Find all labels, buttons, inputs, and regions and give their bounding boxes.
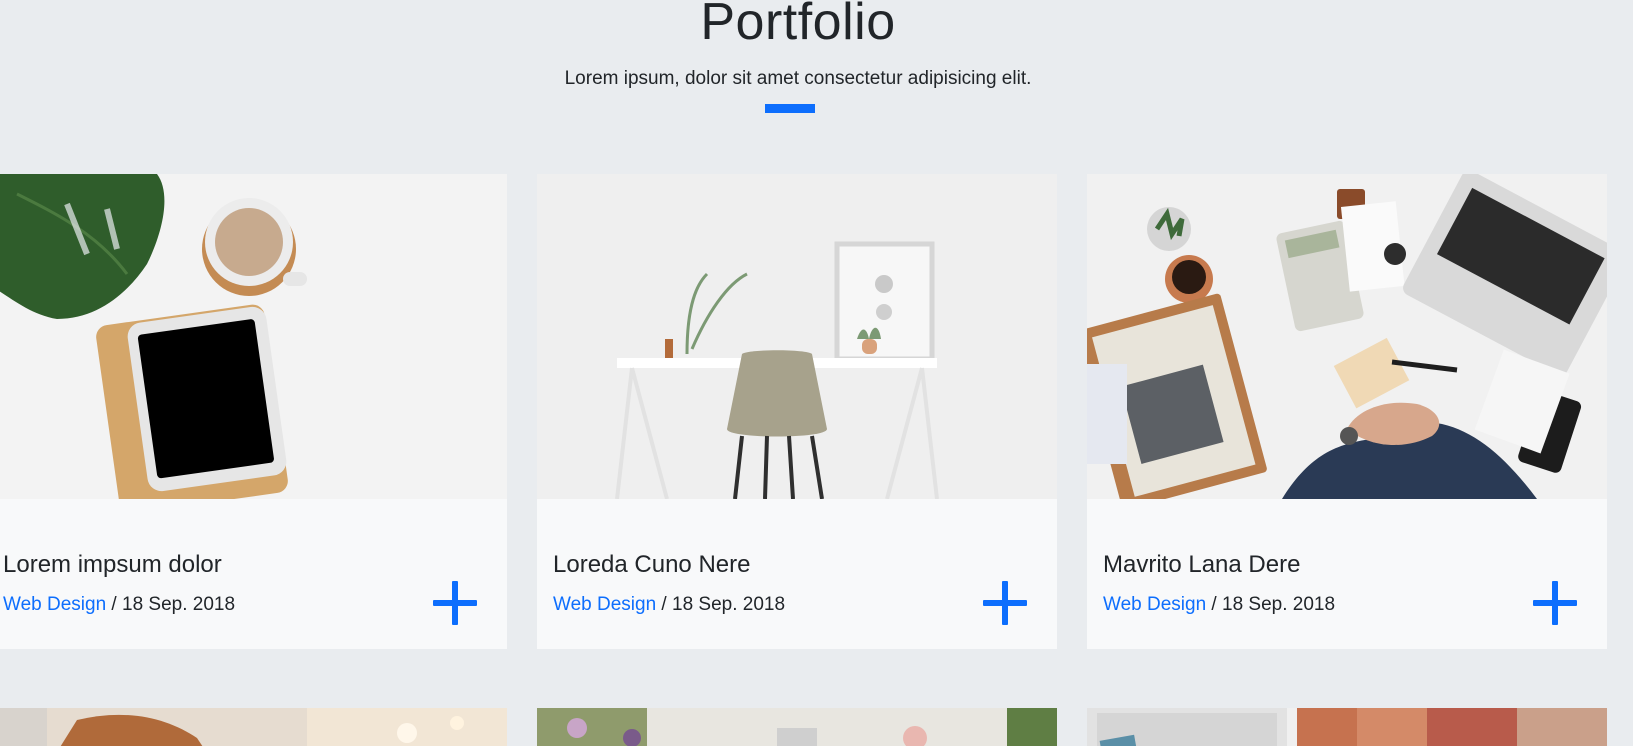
card-title: Mavrito Lana Dere: [1103, 551, 1301, 578]
card-info: Loreda Cuno Nere Web Design / 18 Sep. 20…: [537, 499, 1057, 649]
card-date: 18 Sep. 2018: [122, 594, 236, 615]
card-date: 18 Sep. 2018: [672, 594, 786, 615]
portfolio-image-white-desk[interactable]: [537, 174, 1057, 499]
portfolio-grid: Lorem impsum dolor Web Design / 18 Sep. …: [0, 174, 1633, 746]
portfolio-image-business-desk[interactable]: [1087, 174, 1607, 499]
portfolio-image-bag[interactable]: [0, 708, 507, 746]
portfolio-image-desk-plant[interactable]: [0, 174, 507, 499]
card-date: 18 Sep. 2018: [1222, 594, 1336, 615]
card-meta: Web Design / 18 Sep. 2018: [1103, 594, 1335, 616]
card-category-link[interactable]: Web Design: [3, 594, 106, 615]
plus-icon[interactable]: [433, 581, 477, 625]
section-title: Portfolio: [700, 0, 896, 51]
plus-icon[interactable]: [1533, 581, 1577, 625]
portfolio-image-flowers[interactable]: [537, 708, 1057, 746]
section-subtitle: Lorem ipsum, dolor sit amet consectetur …: [564, 68, 1032, 89]
portfolio-card[interactable]: [0, 708, 507, 746]
card-title: Lorem impsum dolor: [3, 551, 222, 578]
portfolio-card[interactable]: [537, 708, 1057, 746]
plus-icon[interactable]: [983, 581, 1027, 625]
meta-separator: /: [656, 594, 672, 615]
card-info: Mavrito Lana Dere Web Design / 18 Sep. 2…: [1087, 499, 1607, 649]
title-underline: [765, 104, 815, 113]
portfolio-card[interactable]: Loreda Cuno Nere Web Design / 18 Sep. 20…: [537, 174, 1057, 649]
card-title: Loreda Cuno Nere: [553, 551, 751, 578]
portfolio-card[interactable]: Mavrito Lana Dere Web Design / 18 Sep. 2…: [1087, 174, 1607, 649]
meta-separator: /: [106, 594, 122, 615]
meta-separator: /: [1206, 594, 1222, 615]
portfolio-card[interactable]: Lorem impsum dolor Web Design / 18 Sep. …: [0, 174, 507, 649]
card-category-link[interactable]: Web Design: [553, 594, 656, 615]
card-category-link[interactable]: Web Design: [1103, 594, 1206, 615]
portfolio-image-keyboard-books[interactable]: [1087, 708, 1607, 746]
card-info: Lorem impsum dolor Web Design / 18 Sep. …: [0, 499, 507, 649]
portfolio-card[interactable]: [1087, 708, 1607, 746]
card-meta: Web Design / 18 Sep. 2018: [553, 594, 785, 616]
card-meta: Web Design / 18 Sep. 2018: [3, 594, 235, 616]
